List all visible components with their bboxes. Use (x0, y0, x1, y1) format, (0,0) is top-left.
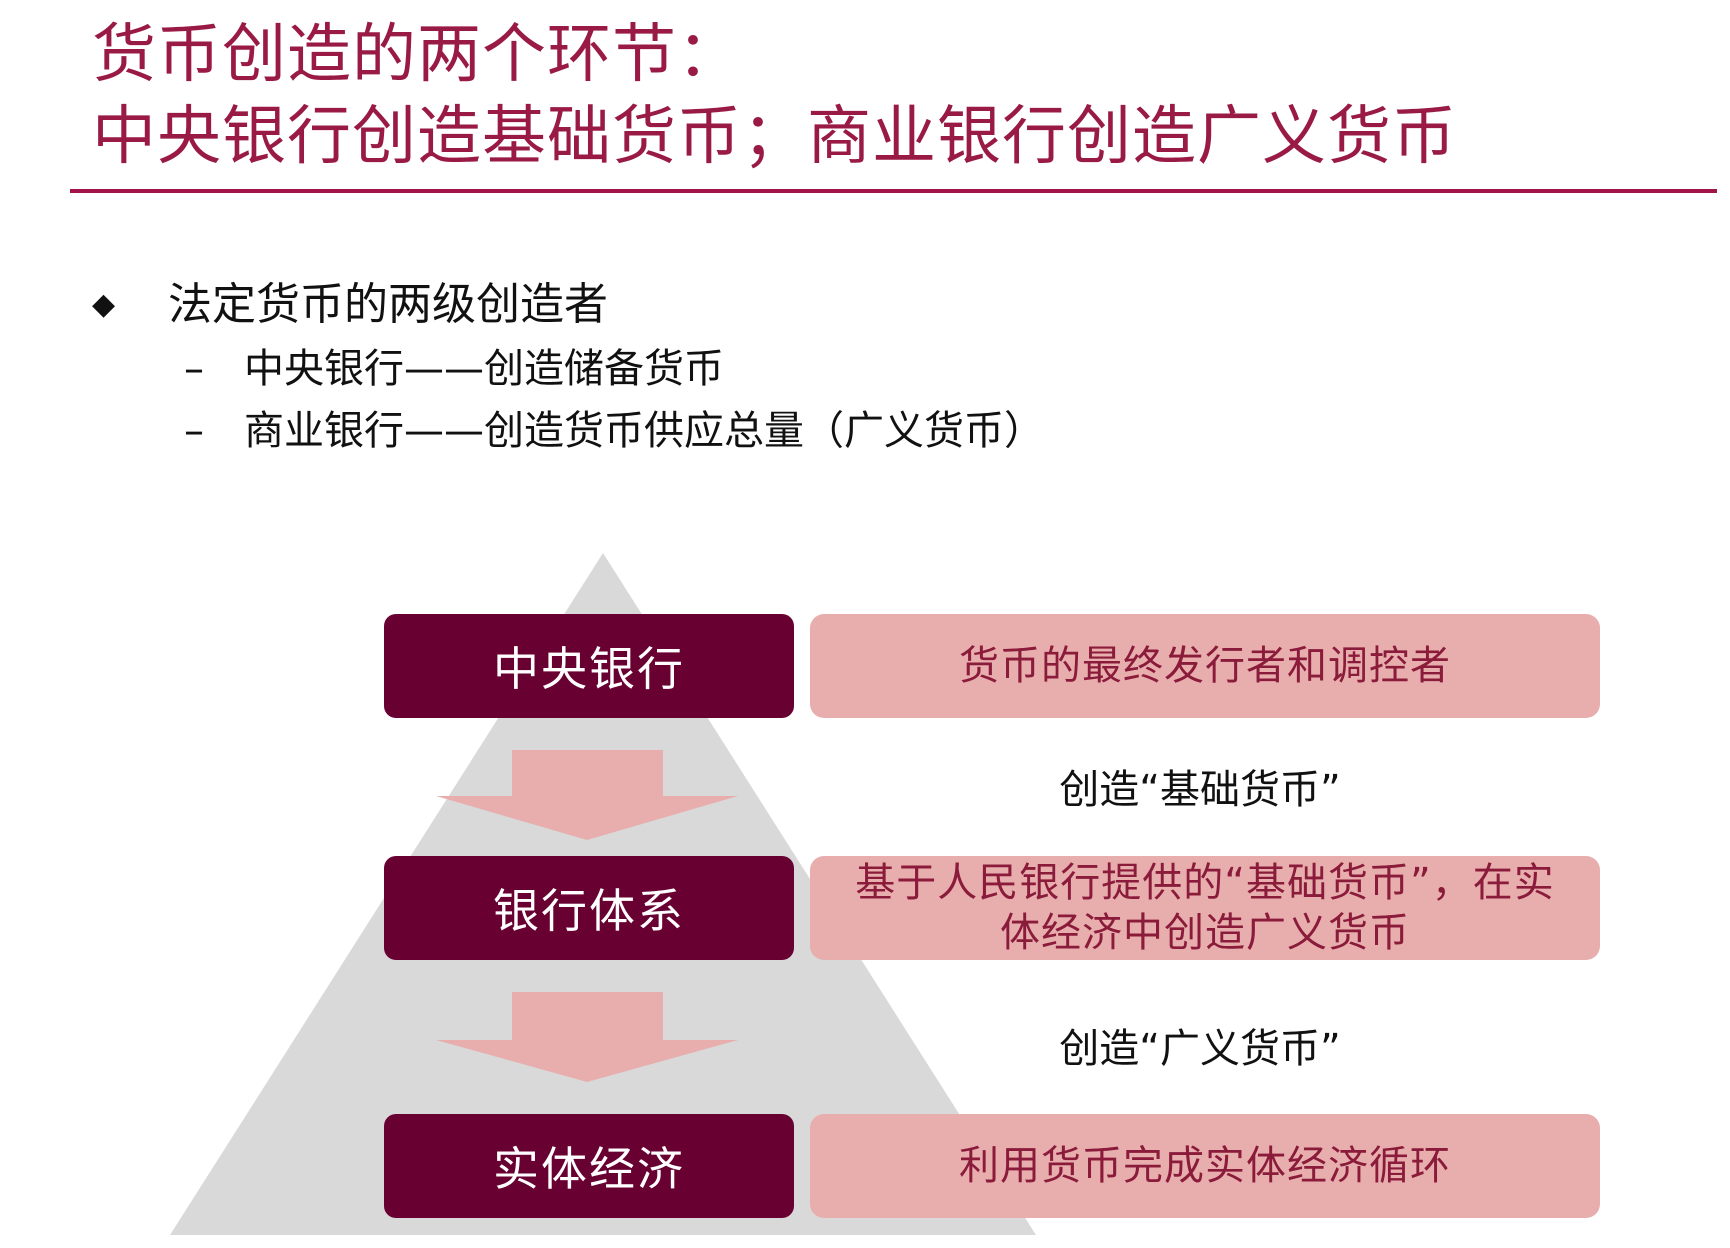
level-description-real-economy: 利用货币完成实体经济循环 (959, 1143, 1451, 1189)
level-label-banking-system: 银行体系 (493, 884, 685, 938)
transition-label-broad-money: 创造“广义货币” (1059, 1026, 1341, 1072)
level-description-central-bank: 货币的最终发行者和调控者 (959, 643, 1451, 689)
transition-label-base-money: 创造“基础货币” (1059, 767, 1341, 813)
level-label-central-bank: 中央银行 (493, 642, 685, 696)
level-label-real-economy: 实体经济 (493, 1142, 685, 1196)
level-description-banking-system: 基于人民银行提供的“基础货币”，在实体经济中创造广义货币 (855, 860, 1555, 956)
